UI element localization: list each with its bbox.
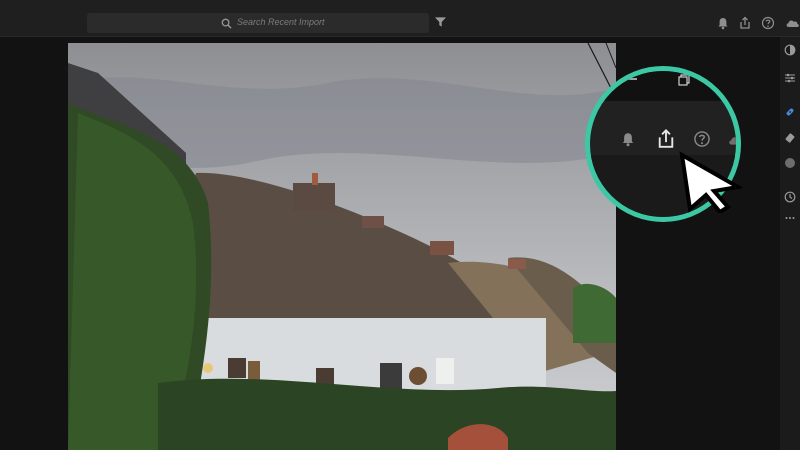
- cloud-icon[interactable]: [785, 16, 800, 30]
- magnifier-titlebar: [590, 71, 736, 101]
- photo-preview[interactable]: [68, 43, 616, 450]
- search-placeholder: Search Recent Import: [237, 17, 325, 27]
- history-icon[interactable]: [784, 191, 796, 203]
- circle-icon[interactable]: [784, 157, 796, 169]
- filter-icon[interactable]: [435, 17, 446, 27]
- share-icon: [658, 129, 674, 148]
- circle-half-icon[interactable]: [784, 44, 796, 56]
- thatched-cottage-photo: [68, 43, 616, 450]
- bell-icon: [622, 133, 634, 147]
- restore-icon: [678, 74, 690, 86]
- sliders-icon[interactable]: [784, 72, 796, 84]
- mouse-cursor-icon: [679, 151, 742, 213]
- cloud-icon: [729, 137, 736, 145]
- search-icon: [221, 18, 232, 29]
- bell-icon[interactable]: [716, 16, 730, 30]
- eraser-icon[interactable]: [784, 132, 796, 144]
- more-icon[interactable]: [784, 212, 796, 224]
- healing-icon[interactable]: [784, 106, 796, 118]
- right-tool-panel: [780, 37, 800, 450]
- help-icon[interactable]: [761, 16, 775, 30]
- share-icon[interactable]: [738, 16, 752, 30]
- search-field[interactable]: Search Recent Import: [87, 13, 429, 33]
- top-bar: Search Recent Import: [0, 0, 800, 37]
- help-icon: [694, 131, 710, 147]
- minimize-icon: [623, 78, 637, 80]
